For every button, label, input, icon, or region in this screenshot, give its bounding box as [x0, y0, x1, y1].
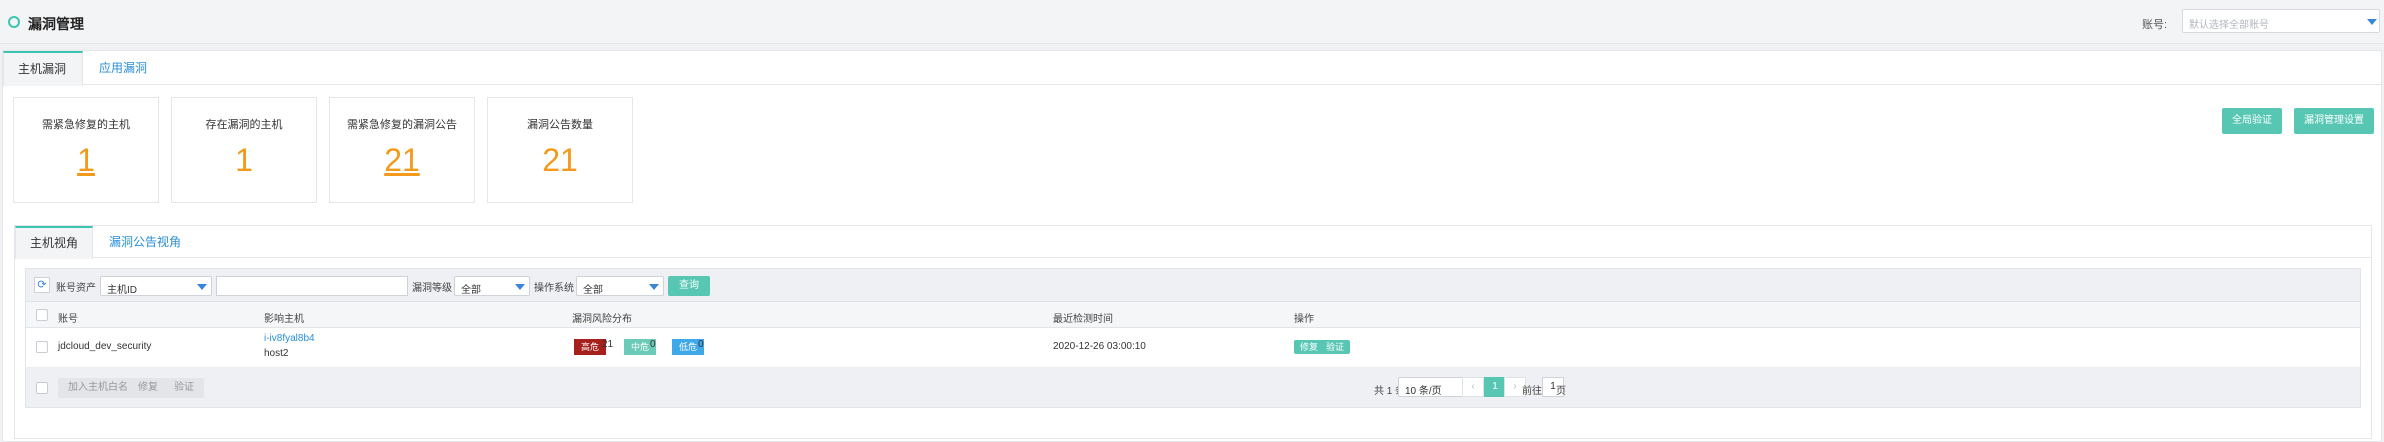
tab-host-view[interactable]: 主机视角: [15, 226, 93, 259]
row-host-id-link[interactable]: i-iv8fyal8b4: [264, 333, 315, 344]
stat-value-link[interactable]: 21: [330, 142, 474, 179]
level-label: 漏洞等级: [412, 283, 452, 294]
col-last-check: 最近检测时间: [1053, 314, 1113, 325]
row-last-check: 2020-12-26 03:00:10: [1053, 341, 1146, 352]
app-logo-icon: [8, 16, 20, 28]
refresh-icon[interactable]: ⟳: [34, 277, 50, 293]
tab-app-vuln[interactable]: 应用漏洞: [85, 51, 161, 85]
col-account: 账号: [58, 314, 78, 325]
page-title: 漏洞管理: [28, 16, 84, 32]
table-header: 账号 影响主机 漏洞风险分布 最近检测时间 操作: [25, 302, 2361, 328]
view-tabs: 主机视角 漏洞公告视角: [15, 226, 2371, 259]
bulk-verify-button[interactable]: 验证: [164, 378, 204, 398]
page-1-button[interactable]: 1: [1484, 377, 1506, 397]
os-label: 操作系统: [534, 283, 574, 294]
asset-type-select[interactable]: 主机ID: [100, 276, 212, 296]
asset-label: 账号资产: [56, 283, 96, 294]
chevron-down-icon: [515, 284, 525, 290]
stat-value: 21: [542, 142, 578, 178]
stat-card-advisory-count: 漏洞公告数量 21: [487, 97, 633, 203]
stat-value-link[interactable]: 1: [14, 142, 158, 179]
tab-advisory-view[interactable]: 漏洞公告视角: [95, 226, 195, 258]
risk-high-count: 21: [602, 339, 614, 350]
table-footer: 加入主机白名单 修复 验证 共 1 条 10 条/页 ‹ 1 › 前往 1 页: [25, 368, 2361, 408]
table-row: jdcloud_dev_security i-iv8fyal8b4 host2 …: [25, 328, 2361, 368]
risk-medium-count: 0: [650, 339, 656, 350]
col-affected-host: 影响主机: [264, 314, 304, 325]
filter-bar: ⟳ 账号资产 主机ID 漏洞等级 全部 操作系统 全部 查询: [25, 268, 2361, 302]
stat-card-urgent-hosts: 需紧急修复的主机 1: [13, 97, 159, 203]
level-value: 全部: [461, 285, 481, 296]
stat-card-urgent-advisories: 需紧急修复的漏洞公告 21: [329, 97, 475, 203]
col-actions: 操作: [1294, 314, 1314, 325]
os-value: 全部: [583, 285, 603, 296]
row-account: jdcloud_dev_security: [58, 341, 152, 352]
main-panel: 主机漏洞 应用漏洞 需紧急修复的主机 1 存在漏洞的主机 1 需紧急修复的漏洞公…: [2, 50, 2383, 442]
stat-label: 存在漏洞的主机: [205, 119, 283, 131]
select-all-checkbox[interactable]: [36, 309, 48, 321]
chevron-down-icon: [649, 284, 659, 290]
asset-type-value: 主机ID: [107, 285, 137, 296]
bulk-repair-button[interactable]: 修复: [128, 378, 168, 398]
account-label: 账号:: [2142, 19, 2168, 31]
top-bar: 漏洞管理 账号: 默认选择全部账号: [0, 0, 2384, 44]
tab-host-vuln[interactable]: 主机漏洞: [3, 51, 83, 86]
stat-label: 需紧急修复的漏洞公告: [347, 119, 457, 131]
search-input[interactable]: [216, 276, 408, 296]
os-select[interactable]: 全部: [576, 276, 664, 296]
vuln-settings-button[interactable]: 漏洞管理设置: [2294, 108, 2374, 134]
vuln-type-tabs: 主机漏洞 应用漏洞: [3, 51, 2383, 86]
footer-select-checkbox[interactable]: [36, 382, 48, 394]
stat-label: 需紧急修复的主机: [42, 119, 130, 131]
stat-card-vuln-hosts: 存在漏洞的主机 1: [171, 97, 317, 203]
host-view-panel: 主机视角 漏洞公告视角 ⟳ 账号资产 主机ID 漏洞等级 全部 操作系统 全部 …: [14, 225, 2372, 439]
risk-low-count: 0: [698, 339, 704, 350]
account-select-placeholder: 默认选择全部账号: [2189, 20, 2269, 31]
verify-button[interactable]: 验证: [1320, 340, 1351, 354]
stat-label: 漏洞公告数量: [527, 119, 593, 131]
account-select[interactable]: 默认选择全部账号: [2182, 9, 2380, 33]
chevron-down-icon: [2367, 19, 2377, 25]
page-unit-label: 页: [1556, 386, 1566, 397]
prev-page-button[interactable]: ‹: [1462, 377, 1484, 397]
row-checkbox[interactable]: [36, 341, 48, 353]
global-verify-button[interactable]: 全局验证: [2222, 108, 2282, 134]
chevron-down-icon: [197, 284, 207, 290]
query-button[interactable]: 查询: [668, 276, 710, 296]
page-size-value: 10 条/页: [1405, 386, 1442, 397]
stat-value: 1: [235, 142, 253, 178]
level-select[interactable]: 全部: [454, 276, 530, 296]
row-host-name: host2: [264, 348, 289, 359]
col-risk-distribution: 漏洞风险分布: [572, 314, 632, 325]
goto-label: 前往: [1522, 386, 1542, 397]
